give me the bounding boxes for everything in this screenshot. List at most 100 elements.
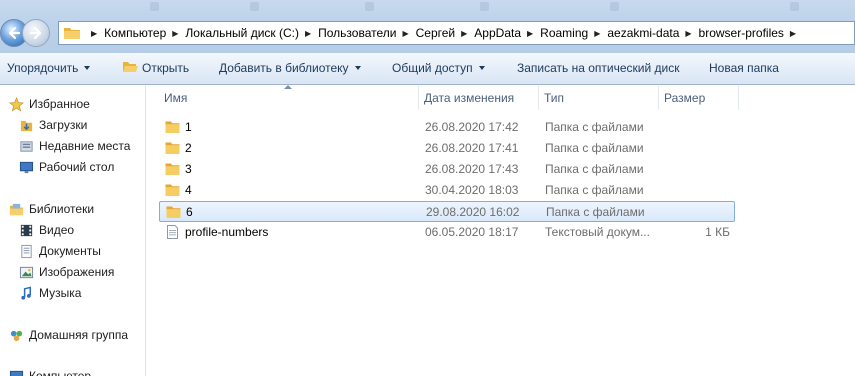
breadcrumb-separator-icon[interactable]: ▶ [790,29,796,38]
title-bar: ▶ Компьютер ▶ Локальный диск (C:) ▶ Пользоват… [0,0,855,53]
nav-music-label: Музыка [39,286,82,300]
arrow-left-icon [8,26,21,40]
file-type: Папка с файлами [545,183,644,197]
ghost-tab [610,2,710,18]
file-name: profile-numbers [185,225,269,239]
open-button[interactable]: Открыть [122,53,189,84]
file-date: 26.08.2020 17:43 [425,162,519,176]
folder-icon [166,206,181,218]
add-to-library-button[interactable]: Добавить в библиотеку [219,53,361,84]
file-type: Папка с файлами [546,205,645,219]
ghost-tab [480,2,570,18]
new-folder-button[interactable]: Новая папка [709,53,779,84]
video-icon [18,222,34,238]
file-date: 26.08.2020 17:42 [425,120,519,134]
breadcrumb-segment[interactable]: Сергей [416,26,456,40]
folder-row[interactable]: 3 26.08.2020 17:43 Папка с файлами [159,159,735,180]
nav-libraries-label: Библиотеки [29,202,95,216]
folder-row[interactable]: 4 30.04.2020 18:03 Папка с файлами [159,180,735,201]
nav-video[interactable]: Видео [18,220,74,240]
nav-pictures[interactable]: Изображения [18,262,114,282]
file-row[interactable]: profile-numbers 06.05.2020 18:17 Текстовый… [159,222,735,243]
breadcrumb-segment[interactable]: AppData [474,26,521,40]
breadcrumb-segment[interactable]: aezakmi-data [607,26,679,40]
nav-desktop-label: Рабочий стол [39,160,115,174]
nav-favorites-label: Избранное [29,97,90,111]
folder-row[interactable]: 1 26.08.2020 17:42 Папка с файлами [159,117,735,138]
documents-icon [18,243,34,259]
ghost-tab [365,2,465,18]
nav-downloads-label: Загрузки [39,118,88,132]
folder-icon [165,184,180,196]
nav-downloads[interactable]: Загрузки [18,115,87,135]
breadcrumb-separator-icon[interactable]: ▶ [305,29,311,38]
nav-homegroup-label: Домашняя группа [29,328,129,342]
nav-video-label: Видео [39,223,75,237]
column-header-date[interactable]: Дата изменения [419,86,539,110]
address-bar[interactable]: ▶ Компьютер ▶ Локальный диск (C:) ▶ Пользоват… [58,21,855,45]
organize-button[interactable]: Упорядочить [7,53,91,84]
file-size: 1 КБ [705,225,730,239]
breadcrumb-separator-icon[interactable]: ▶ [527,29,533,38]
folder-icon [64,28,80,39]
breadcrumb-segment[interactable]: Roaming [540,26,588,40]
file-type: Папка с файлами [545,162,644,176]
nav-recent-places[interactable]: Недавние места [18,136,130,156]
forward-button[interactable] [22,19,50,47]
ghost-tab [150,2,240,18]
nav-documents-label: Документы [39,244,101,258]
nav-pictures-label: Изображения [39,265,115,279]
star-icon [8,96,24,112]
computer-icon [8,368,24,376]
nav-recent-places-label: Недавние места [39,139,131,153]
folder-row[interactable]: 6 29.08.2020 16:02 Папка с файлами [159,201,735,222]
column-header-name[interactable]: Имя [159,86,419,110]
folder-icon [165,121,180,133]
music-icon [18,285,34,301]
ghost-tab [250,2,350,18]
open-label: Открыть [142,61,190,75]
column-header-type[interactable]: Тип [539,86,659,110]
file-date: 26.08.2020 17:41 [425,141,519,155]
breadcrumb-separator-icon[interactable]: ▶ [594,29,600,38]
column-headers: Имя Дата изменения Тип Размер [147,85,855,110]
column-date-label: Дата изменения [424,91,515,105]
breadcrumb-separator-icon[interactable]: ▶ [402,29,408,38]
breadcrumb-segment[interactable]: Локальный диск (C:) [185,26,299,40]
command-bar: Упорядочить Открыть Добавить в библиотек… [0,53,855,85]
nav-desktop[interactable]: Рабочий стол [18,157,114,177]
breadcrumb-separator-icon[interactable]: ▶ [685,29,691,38]
nav-music[interactable]: Музыка [18,283,81,303]
breadcrumb-segment[interactable]: Пользователи [318,26,396,40]
file-name: 6 [186,205,193,219]
breadcrumb-segment[interactable]: browser-profiles [699,26,784,40]
folder-icon [165,163,180,175]
nav-homegroup[interactable]: Домашняя группа [8,325,128,345]
file-date: 06.05.2020 18:17 [425,225,519,239]
file-type: Папка с файлами [545,120,644,134]
breadcrumb-separator-icon[interactable]: ▶ [172,29,178,38]
downloads-icon [18,117,34,133]
nav-libraries[interactable]: Библиотеки [8,199,94,219]
breadcrumb-separator-icon[interactable]: ▶ [91,29,97,38]
chevron-down-icon [84,66,91,70]
nav-documents[interactable]: Документы [18,241,101,261]
file-name: 3 [185,162,192,176]
ghost-tab [790,2,850,18]
column-header-size[interactable]: Размер [659,86,739,110]
burn-disc-button[interactable]: Записать на оптический диск [517,53,680,84]
text-file-icon [167,225,178,239]
nav-computer[interactable]: Компьютер [8,366,91,376]
chevron-down-icon [478,66,485,70]
desktop-icon [18,159,34,175]
folder-row[interactable]: 2 26.08.2020 17:41 Папка с файлами [159,138,735,159]
nav-favorites[interactable]: Избранное [8,94,90,114]
file-type: Текстовый докум... [545,225,650,239]
breadcrumb-segment[interactable]: Компьютер [104,26,166,40]
organize-label: Упорядочить [7,61,79,75]
pictures-icon [18,264,34,280]
breadcrumb-separator-icon[interactable]: ▶ [461,29,467,38]
share-button[interactable]: Общий доступ [392,53,485,84]
homegroup-icon [8,327,24,343]
file-name: 1 [185,120,192,134]
